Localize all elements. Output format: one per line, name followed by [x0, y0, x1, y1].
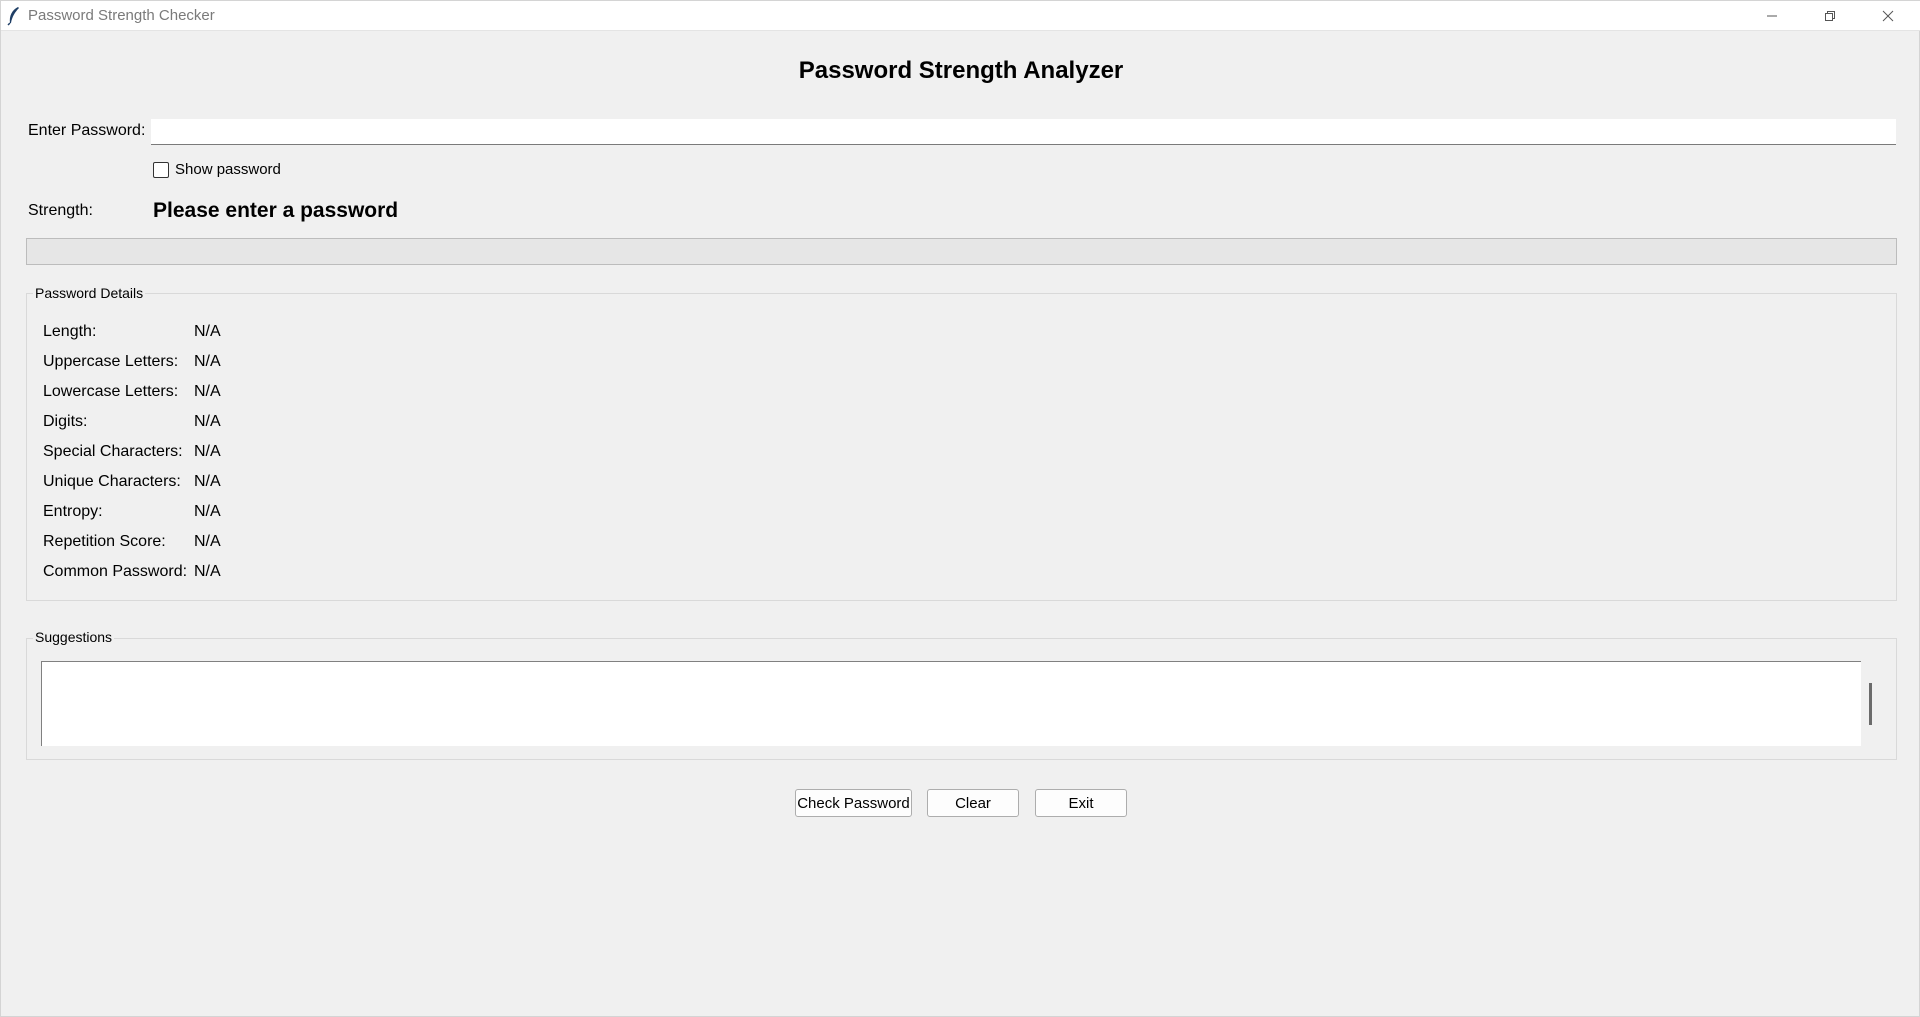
detail-label: Entropy: — [43, 503, 103, 520]
suggestions-textbox[interactable] — [41, 661, 1861, 746]
password-details-group — [26, 293, 1897, 601]
window-title: Password Strength Checker — [28, 7, 215, 24]
detail-value: N/A — [194, 503, 221, 520]
detail-label: Repetition Score: — [43, 533, 166, 550]
show-password-toggle[interactable]: Show password — [153, 161, 281, 178]
minimize-button[interactable] — [1743, 1, 1801, 31]
suggestions-title: Suggestions — [33, 629, 115, 645]
detail-value: N/A — [194, 533, 221, 550]
close-icon — [1882, 10, 1894, 22]
password-details-title: Password Details — [33, 285, 146, 301]
feather-icon — [6, 6, 22, 26]
detail-value: N/A — [194, 563, 221, 580]
page-title: Password Strength Analyzer — [798, 57, 1124, 84]
detail-label: Uppercase Letters: — [43, 353, 179, 370]
detail-label: Length: — [43, 323, 97, 340]
app-window: Password Strength Checker Password Stren… — [0, 0, 1920, 1017]
restore-button[interactable] — [1801, 1, 1859, 31]
detail-label: Special Characters: — [43, 443, 183, 460]
minimize-icon — [1767, 15, 1777, 17]
detail-label: Lowercase Letters: — [43, 383, 179, 400]
detail-label: Unique Characters: — [43, 473, 181, 490]
show-password-label: Show password — [175, 161, 281, 178]
strength-value: Please enter a password — [153, 199, 399, 222]
title-bar: Password Strength Checker — [1, 1, 1920, 31]
detail-value: N/A — [194, 323, 221, 340]
detail-value: N/A — [194, 383, 221, 400]
exit-button[interactable]: Exit — [1035, 789, 1127, 817]
detail-value: N/A — [194, 443, 221, 460]
detail-label: Common Password: — [43, 563, 188, 580]
strength-label: Strength: — [28, 202, 93, 219]
check-password-button[interactable]: Check Password — [795, 789, 912, 817]
clear-button[interactable]: Clear — [927, 789, 1019, 817]
restore-icon — [1825, 11, 1835, 21]
password-input[interactable] — [151, 119, 1896, 145]
detail-label: Digits: — [43, 413, 88, 430]
show-password-checkbox[interactable] — [153, 161, 169, 178]
suggestions-scrollbar[interactable] — [1869, 683, 1872, 725]
detail-value: N/A — [194, 353, 221, 370]
close-button[interactable] — [1859, 1, 1917, 31]
password-label: Enter Password: — [28, 122, 146, 139]
strength-progress-bar — [26, 238, 1897, 265]
detail-value: N/A — [194, 473, 221, 490]
detail-value: N/A — [194, 413, 221, 430]
